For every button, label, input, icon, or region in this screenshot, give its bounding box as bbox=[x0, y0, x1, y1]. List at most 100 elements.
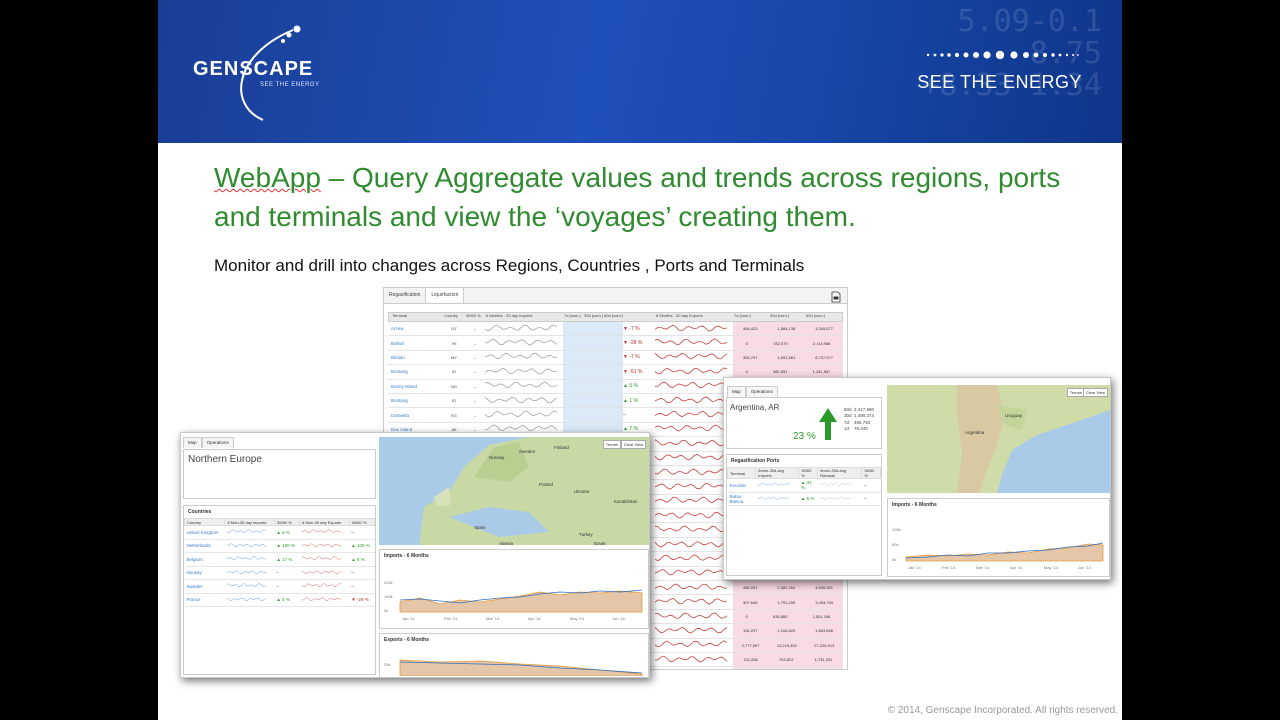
clear-view-button[interactable]: Clear View bbox=[620, 440, 646, 449]
europe-map[interactable]: Norway Sweden Finland Poland Ukraine Kazakhst… bbox=[379, 437, 649, 545]
col-imports-pct[interactable]: 30/60 % bbox=[273, 518, 301, 526]
export-sparkline bbox=[299, 593, 350, 607]
argentina-summary: Argentina, AR 23 % 60d 2,417,690 30d 1,490,… bbox=[726, 397, 882, 449]
col-export-trend[interactable]: 6 Months - 30 day Exports bbox=[656, 313, 734, 321]
map-label: Algeria bbox=[499, 541, 514, 545]
port-link[interactable]: Escobar bbox=[727, 478, 756, 493]
col-exports-pct[interactable]: 30/60 % bbox=[348, 518, 376, 526]
tab-liquefaction[interactable]: Liquefaction bbox=[426, 288, 465, 303]
country-link[interactable]: United Kingdom bbox=[184, 525, 225, 540]
x-tick: Mar '14 bbox=[486, 616, 500, 621]
argentina-map[interactable]: Argentina Uruguay Terrain Clear View bbox=[887, 385, 1110, 493]
reload-sparkline bbox=[817, 478, 862, 493]
imports-title: Imports - 6 Months bbox=[892, 502, 937, 508]
import-values bbox=[563, 393, 623, 408]
export-sparkline bbox=[654, 612, 733, 622]
pct-value: – bbox=[473, 369, 477, 375]
argentina-stats: 60d 2,417,690 30d 1,490,374 7d 465,793 1d 76,44… bbox=[844, 407, 874, 432]
europe-exports-plot: 25k bbox=[384, 659, 643, 677]
x-tick: Feb '14 bbox=[942, 565, 956, 570]
terminal-link[interactable]: Balhaf bbox=[388, 341, 443, 346]
region-pct: 23 % bbox=[793, 431, 816, 442]
col-60d[interactable]: 60d (cum.) bbox=[604, 313, 624, 321]
reload-pct: – bbox=[861, 492, 881, 506]
clear-view-button[interactable]: Clear View bbox=[1082, 388, 1108, 397]
col-terminal[interactable]: Terminal bbox=[389, 313, 444, 321]
pct-value: – bbox=[473, 398, 477, 404]
tab-operations[interactable]: Operations bbox=[201, 437, 234, 448]
map-label: Norway bbox=[489, 455, 505, 460]
country-link[interactable]: Netherlands bbox=[184, 539, 225, 553]
col-imports[interactable]: 6 Mon-30 day Imports bbox=[224, 518, 275, 526]
import-values bbox=[563, 365, 623, 379]
terminal-link[interactable]: Bontang bbox=[388, 398, 443, 403]
col-country[interactable]: Country bbox=[444, 313, 466, 321]
col-60d-exp[interactable]: 60d (cum.) bbox=[806, 313, 842, 321]
argentina-imports-chart: Imports - 6 Months 100k 50k 0k Jan '14 Fe… bbox=[887, 498, 1110, 577]
terminal-link[interactable]: Arzew bbox=[388, 326, 443, 331]
country-link[interactable]: France bbox=[184, 593, 225, 607]
col-30d[interactable]: 30d (cum.) bbox=[584, 313, 604, 321]
tab-map[interactable]: Map bbox=[183, 437, 202, 448]
map-label: Argentina bbox=[965, 430, 985, 435]
col-7d-exp[interactable]: 7d (cum.) bbox=[734, 313, 770, 321]
y-tick: 0k bbox=[892, 557, 896, 562]
col-reloads[interactable]: 6mon-30d-avg Reloads bbox=[817, 467, 863, 479]
export-sparkline bbox=[654, 626, 733, 636]
tab-operations[interactable]: Operations bbox=[745, 386, 778, 397]
col-exports[interactable]: 6 Mon-30 day Exports bbox=[299, 518, 350, 526]
country-link[interactable]: Belgium bbox=[184, 552, 225, 567]
title-rest: – Query Aggregate values and trends acro… bbox=[214, 162, 1061, 232]
terminal-link[interactable]: Bontang bbox=[388, 369, 443, 374]
col-30d-exp[interactable]: 30d (cum.) bbox=[770, 313, 806, 321]
tab-map[interactable]: Map bbox=[727, 386, 746, 397]
export-values: 0 635,880 1,501,196 bbox=[733, 609, 843, 624]
col-import-trend[interactable]: 6 Months - 30 day Imports bbox=[486, 313, 564, 321]
table-row[interactable]: Balhaf YE – ▼ -28 % 0 782,079 2,114,988 bbox=[388, 336, 843, 351]
country-row[interactable]: France ▲ 4 % ▼ -29 % bbox=[184, 593, 375, 607]
pct-value: – bbox=[473, 354, 477, 360]
port-row[interactable]: Bahia Blanca ▲ 5 % – bbox=[727, 492, 881, 506]
x-tick: Jun '14 bbox=[612, 616, 626, 621]
countries-title: Countries bbox=[188, 509, 212, 515]
region-box: Northern Europe bbox=[183, 449, 376, 499]
country-row[interactable]: United Kingdom ▲ 6 % – bbox=[184, 525, 375, 540]
terrain-button[interactable]: Terrain bbox=[602, 440, 621, 449]
terminal-link[interactable]: Damietta bbox=[388, 413, 443, 418]
y-tick: 100k bbox=[892, 527, 901, 532]
export-sparkline bbox=[655, 669, 733, 670]
terminal-link[interactable]: Bonny Island bbox=[388, 384, 443, 389]
import-sparkline bbox=[484, 381, 563, 391]
export-pct: ▼ -29 % bbox=[349, 593, 375, 607]
col-7d[interactable]: 7d (cum.) bbox=[564, 313, 584, 321]
table-row[interactable]: Bintulu MY – ▼ -7 % 305,797 4,051,861 8,737,97… bbox=[388, 350, 843, 366]
col-pct[interactable]: 30/60 % bbox=[466, 313, 486, 321]
countries-header: Country 6 Mon-30 day Imports 30/60 % 6 M… bbox=[183, 518, 376, 526]
table-row[interactable]: Arzew DZ – ▼ -7 % 464,423 1,584,138 3,349,577 bbox=[388, 322, 843, 337]
tab-regasification[interactable]: Regasification bbox=[384, 288, 427, 303]
pdf-export-icon[interactable] bbox=[831, 291, 841, 303]
col-reloads-pct[interactable]: 30/60 % bbox=[861, 467, 881, 479]
col-country[interactable]: Country bbox=[183, 518, 226, 526]
title-webapp: WebApp bbox=[214, 162, 321, 193]
country-row[interactable]: Netherlands ▲ 100 % ▲ 100 % bbox=[184, 539, 375, 553]
import-sparkline bbox=[484, 338, 563, 348]
col-terminal[interactable]: Terminal bbox=[726, 467, 757, 479]
export-values: 2,777,597 13,215,452 27,225,913 bbox=[733, 638, 843, 652]
up-arrow-icon bbox=[819, 408, 837, 440]
import-pct: ▲ 31 % bbox=[798, 478, 818, 493]
port-link[interactable]: Bahia Blanca bbox=[727, 492, 756, 506]
country-link[interactable]: Norway bbox=[184, 566, 225, 580]
export-pct: ▼ -7 % bbox=[623, 325, 640, 332]
ports-title: Regasification Ports bbox=[731, 458, 780, 464]
port-row[interactable]: Escobar ▲ 31 % – bbox=[727, 478, 881, 493]
export-sparkline bbox=[654, 496, 733, 506]
col-imports-pct[interactable]: 30/60 % bbox=[798, 467, 819, 479]
country-row[interactable]: Sweden – – bbox=[184, 579, 375, 594]
country-link[interactable]: Sweden bbox=[184, 579, 225, 594]
europe-map-land-icon bbox=[419, 437, 649, 545]
country-row[interactable]: Belgium ▲ 17 % ▲ 8 % bbox=[184, 552, 375, 567]
col-imports[interactable]: 6mon-30d-avg Imports bbox=[755, 467, 800, 479]
terminal-link[interactable]: Bintulu bbox=[388, 355, 443, 360]
country-row[interactable]: Norway – – bbox=[184, 566, 375, 580]
